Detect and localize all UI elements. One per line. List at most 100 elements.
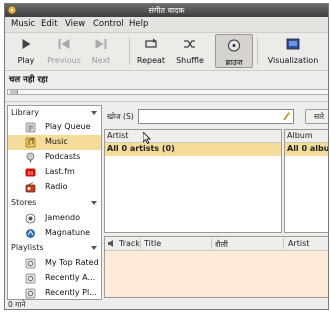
column-track[interactable]: Track	[119, 239, 140, 248]
track-list: Track Title शैली Artist	[104, 236, 328, 298]
next-label: Next	[91, 56, 111, 65]
sidebar-item-label: Recently Pl...	[45, 288, 97, 297]
search-scope-button[interactable]: सारे	[305, 109, 328, 124]
browse-label: ब्राउज	[225, 58, 243, 67]
play-icon	[22, 39, 31, 49]
sidebar-item-recently-added[interactable]: Recently A...	[8, 271, 101, 286]
column-artist[interactable]: Artist	[288, 239, 309, 248]
play-button[interactable]: Play	[9, 34, 43, 68]
search-label: खोज (S)	[107, 112, 134, 121]
column-separator	[211, 238, 212, 249]
album-row-label: All 0 album	[287, 144, 329, 153]
toolbar-separator	[257, 37, 258, 65]
title-bar: संगीत वादक	[5, 4, 328, 17]
sidebar-item-music[interactable]: Music	[8, 135, 101, 150]
podcast-icon	[26, 152, 35, 163]
clear-search-icon[interactable]	[282, 112, 291, 121]
sidebar-item-label: Jamendo	[45, 213, 81, 222]
sidebar-item-play-queue[interactable]: Play Queue	[8, 120, 101, 135]
now-playing-status: चल नही रहा	[9, 75, 48, 85]
track-list-header: Track Title शैली Artist	[105, 237, 328, 251]
menu-music[interactable]: Music	[11, 19, 35, 29]
sidebar-item-label: My Top Rated	[45, 258, 99, 267]
sidebar-item-jamendo[interactable]: Jamendo	[8, 211, 101, 226]
speaker-icon	[108, 240, 113, 247]
sidebar-item-my-top-rated[interactable]: My Top Rated	[8, 256, 101, 271]
sidebar-item-label: Play Queue	[45, 122, 91, 131]
divider	[5, 101, 328, 102]
column-separator	[140, 238, 141, 249]
menu-control[interactable]: Control	[93, 19, 124, 29]
svg-text:as: as	[28, 171, 34, 177]
album-row-all[interactable]: All 0 album	[285, 143, 329, 156]
artist-header-label: Artist	[107, 131, 129, 140]
sidebar-item-label: Radio	[45, 182, 68, 191]
repeat-button[interactable]: Repeat	[133, 34, 169, 68]
artist-column-header[interactable]: Artist	[105, 130, 281, 143]
album-header-label: Album	[287, 131, 313, 140]
window-title: संगीत वादक	[148, 6, 185, 15]
search-row: खोज (S) सारे	[104, 108, 328, 128]
smart-playlist-icon	[25, 273, 36, 284]
sidebar-item-label: Magnatune	[45, 228, 91, 237]
sidebar-item-podcasts[interactable]: Podcasts	[8, 150, 101, 165]
queue-icon	[25, 122, 36, 133]
search-input[interactable]	[138, 109, 294, 124]
playlists-header[interactable]: Playlists	[8, 242, 101, 255]
mouse-pointer-icon	[143, 132, 151, 144]
column-genre[interactable]: शैली	[215, 239, 228, 250]
play-label: Play	[17, 56, 35, 65]
menu-edit[interactable]: Edit	[41, 19, 57, 29]
artist-pane: Artist All 0 artists (0)	[104, 129, 282, 233]
sidebar-item-lastfm[interactable]: as Last.fm	[8, 165, 101, 180]
shuffle-label: Shuffle	[176, 56, 204, 65]
column-separator	[283, 238, 284, 249]
artist-row-label: All 0 artists (0)	[107, 144, 175, 153]
visualization-icon	[286, 38, 300, 50]
smart-playlist-icon	[25, 258, 36, 269]
shuffle-button[interactable]: Shuffle	[173, 34, 207, 68]
visualization-button[interactable]: Visualization	[261, 34, 325, 68]
previous-label: Previous	[47, 56, 81, 65]
next-button[interactable]: Next	[87, 34, 115, 68]
source-sidebar: Library Play Queue Music Podcasts as Las…	[7, 105, 102, 300]
sidebar-item-label: Last.fm	[45, 167, 75, 176]
collapse-icon	[91, 246, 97, 250]
previous-icon	[58, 39, 70, 49]
radio-icon	[25, 182, 36, 193]
playlists-header-label: Playlists	[11, 243, 44, 252]
music-icon	[25, 137, 36, 148]
browse-icon	[228, 39, 240, 52]
toolbar-separator	[129, 37, 130, 65]
artist-row-all[interactable]: All 0 artists (0)	[105, 143, 281, 156]
library-header-label: Library	[11, 108, 39, 117]
library-browser: Artist All 0 artists (0) Album All 0 alb…	[104, 129, 329, 235]
library-header[interactable]: Library	[8, 107, 101, 120]
menu-help[interactable]: Help	[129, 19, 148, 29]
next-icon	[95, 39, 107, 49]
sidebar-item-radio[interactable]: Radio	[8, 180, 101, 195]
sidebar-item-recently-played[interactable]: Recently Pl...	[8, 286, 101, 299]
menu-bar: Music Edit View Control Help	[5, 17, 328, 33]
browse-button[interactable]: ब्राउज	[215, 34, 253, 68]
repeat-icon	[145, 38, 157, 48]
collapse-icon	[91, 111, 97, 115]
shuffle-icon	[184, 40, 195, 48]
smart-playlist-icon	[25, 288, 36, 299]
stores-header[interactable]: Stores	[8, 197, 101, 210]
repeat-label: Repeat	[136, 56, 166, 65]
collapse-icon	[91, 201, 97, 205]
column-title[interactable]: Title	[144, 239, 161, 248]
stores-header-label: Stores	[11, 198, 37, 207]
album-pane: Album All 0 album	[284, 129, 329, 233]
sidebar-item-label: Recently A...	[45, 273, 96, 282]
toolbar: Play Previous Next Repeat Shuffle ब्राउज…	[5, 33, 328, 71]
lastfm-icon: as	[25, 168, 36, 177]
track-list-body[interactable]	[105, 251, 328, 297]
album-column-header[interactable]: Album	[285, 130, 328, 143]
sidebar-item-magnatune[interactable]: Magnatune	[8, 226, 101, 241]
seek-bar[interactable]	[7, 89, 328, 95]
menu-view[interactable]: View	[65, 19, 85, 29]
seek-handle[interactable]	[10, 90, 18, 94]
previous-button[interactable]: Previous	[45, 34, 83, 68]
